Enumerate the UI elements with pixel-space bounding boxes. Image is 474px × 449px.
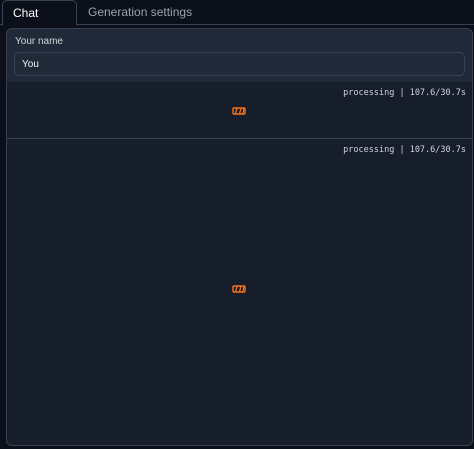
processing-status: processing | 107.6/30.7s (343, 145, 466, 155)
output-area-1: processing | 107.6/30.7s (7, 83, 472, 139)
tab-bar: Chat settings Generation settings (0, 0, 474, 45)
processing-status: processing | 107.6/30.7s (343, 88, 466, 98)
tab-generation-settings[interactable]: Generation settings (78, 0, 202, 26)
name-field-block: Your name (7, 29, 472, 82)
loading-spinner-icon (232, 107, 246, 115)
tab-chat-settings[interactable]: Chat settings (2, 0, 77, 45)
output-area-2: processing | 107.6/30.7s (7, 140, 472, 445)
chat-settings-panel: Your name processing | 107.6/30.7s proce… (6, 28, 473, 446)
name-label: Your name (15, 36, 63, 47)
loading-spinner-icon (232, 285, 246, 293)
app-root: Chat settings Generation settings Your n… (0, 0, 474, 449)
name-input[interactable] (14, 52, 465, 76)
